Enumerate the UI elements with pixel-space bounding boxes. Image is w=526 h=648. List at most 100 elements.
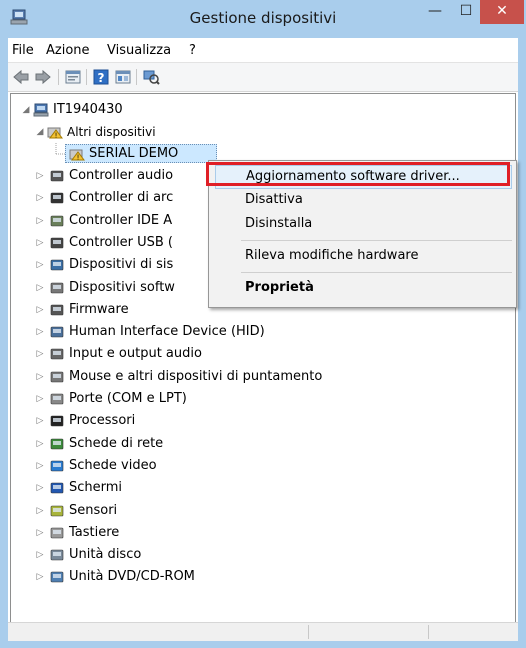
tree-item-label: SERIAL DEMO xyxy=(89,146,179,161)
menu-item-disattiva[interactable]: Disattiva xyxy=(215,189,512,211)
usb-controller-icon xyxy=(50,237,64,249)
device-manager-window: Gestione dispositivi — ☐ ✕ File Azione V… xyxy=(0,0,526,648)
network-adapter-icon xyxy=(50,438,64,449)
expand-arrow-icon[interactable]: ▷ xyxy=(35,455,45,477)
expand-arrow-icon[interactable]: ▷ xyxy=(35,232,45,254)
tree-item-label: Dispositivi di sis xyxy=(69,257,174,273)
highlight-annotation xyxy=(206,162,510,186)
tree-item-category[interactable]: ▷ Input e output audio xyxy=(11,343,431,365)
mouse-icon xyxy=(50,371,64,382)
tree-item-label: Unità disco xyxy=(69,547,142,563)
menu-separator xyxy=(241,240,512,241)
client-area: File Azione Visualizza ? ? ◢ IT1940430 ◢… xyxy=(8,38,518,641)
firmware-icon xyxy=(50,304,64,316)
expand-arrow-icon[interactable]: ▷ xyxy=(35,388,45,410)
svg-text:!: ! xyxy=(55,132,58,140)
computer-icon xyxy=(33,103,49,117)
tree-item-category[interactable]: ▷ Processori xyxy=(11,410,431,432)
tree-item-label: Schermi xyxy=(69,480,123,496)
expand-arrow-icon[interactable]: ▷ xyxy=(35,433,45,455)
expand-arrow-icon[interactable]: ▷ xyxy=(35,321,45,343)
tree-item-category[interactable]: ▷ Schermi xyxy=(11,477,431,499)
back-arrow-icon[interactable] xyxy=(12,68,30,86)
expand-arrow-icon[interactable]: ▷ xyxy=(35,165,45,187)
expand-arrow-icon[interactable]: ▷ xyxy=(35,343,45,365)
expand-arrow-icon[interactable]: ▷ xyxy=(35,187,45,209)
menu-azione[interactable]: Azione xyxy=(46,43,90,58)
title-bar[interactable]: Gestione dispositivi — ☐ ✕ xyxy=(0,0,526,38)
audio-io-icon xyxy=(50,349,64,360)
tree-root[interactable]: ◢ IT1940430 xyxy=(11,99,311,121)
tree-item-category[interactable]: ▷ Schede video xyxy=(11,455,431,477)
tree-item-category[interactable]: ▷ Porte (COM e LPT) xyxy=(11,388,431,410)
expand-arrow-icon[interactable]: ▷ xyxy=(35,544,45,566)
tree-item-label: Mouse e altri dispositivi di puntamento xyxy=(69,368,323,384)
expand-arrow-icon[interactable]: ▷ xyxy=(35,500,45,522)
tree-item-label: Sensori xyxy=(69,502,118,518)
minimize-button[interactable]: — xyxy=(418,0,452,24)
expand-arrow-icon[interactable]: ▷ xyxy=(35,277,45,299)
expand-arrow-icon[interactable]: ▷ xyxy=(35,477,45,499)
expand-arrow-icon[interactable]: ▷ xyxy=(35,254,45,276)
collapse-arrow-icon[interactable]: ◢ xyxy=(21,99,31,121)
scan-hardware-icon[interactable] xyxy=(142,68,160,86)
tree-item-label: Unità DVD/CD-ROM xyxy=(69,569,195,585)
tree-item-category[interactable]: ▷ Sensori xyxy=(11,500,431,522)
status-bar xyxy=(8,622,518,641)
unknown-device-icon: ! xyxy=(47,127,63,140)
software-devices-icon xyxy=(50,282,64,293)
expand-arrow-icon[interactable]: ▷ xyxy=(35,410,45,432)
menu-file[interactable]: File xyxy=(12,43,34,58)
tree-item-category[interactable]: ▷ Tastiere xyxy=(11,522,431,544)
properties-icon[interactable] xyxy=(64,68,82,86)
tree-item-label: Firmware xyxy=(69,301,129,317)
help-icon[interactable]: ? xyxy=(92,68,110,86)
tree-root-label: IT1940430 xyxy=(53,102,123,117)
monitor-icon xyxy=(50,482,64,494)
tree-item-label: Altri dispositivi xyxy=(67,125,156,139)
svg-text:?: ? xyxy=(98,71,105,85)
expand-arrow-icon[interactable]: ▷ xyxy=(35,366,45,388)
expand-arrow-icon[interactable]: ▷ xyxy=(35,299,45,321)
disk-drive-icon xyxy=(50,549,64,561)
hid-icon xyxy=(50,326,64,338)
tree-item-label: Controller IDE A xyxy=(69,212,173,228)
tree-item-category[interactable]: ▷ Human Interface Device (HID) xyxy=(11,321,431,343)
forward-arrow-icon[interactable] xyxy=(34,68,52,86)
tree-item-category[interactable]: ▷ Unità DVD/CD-ROM xyxy=(11,566,431,588)
expand-arrow-icon[interactable]: ▷ xyxy=(35,566,45,588)
status-cell xyxy=(8,625,309,639)
menu-visualizza[interactable]: Visualizza xyxy=(107,43,171,58)
tree-item-label: Controller USB ( xyxy=(69,234,173,250)
keyboard-icon xyxy=(50,527,64,539)
menu-item-rileva-modifiche[interactable]: Rileva modifiche hardware xyxy=(215,245,512,267)
close-button[interactable]: ✕ xyxy=(480,0,524,24)
menu-bar: File Azione Visualizza ? xyxy=(8,38,518,62)
expand-arrow-icon[interactable]: ▷ xyxy=(35,210,45,232)
dvd-drive-icon xyxy=(50,572,64,583)
show-hidden-icon[interactable] xyxy=(114,68,132,86)
status-cell xyxy=(308,625,429,639)
tree-item-category[interactable]: ▷ Schede di rete xyxy=(11,433,431,455)
collapse-arrow-icon[interactable]: ◢ xyxy=(35,121,45,143)
tree-item-label: Input e output audio xyxy=(69,346,202,362)
svg-text:!: ! xyxy=(77,154,80,162)
tree-item-label: Tastiere xyxy=(69,524,120,540)
storage-controller-icon xyxy=(50,192,64,204)
tree-item-category[interactable]: ▷ Unità disco xyxy=(11,544,431,566)
ide-controller-icon xyxy=(50,215,64,226)
tree-item-altri-dispositivi[interactable]: ◢ ! Altri dispositivi xyxy=(11,121,311,143)
menu-item-proprieta[interactable]: Proprietà xyxy=(215,277,512,299)
menu-help[interactable]: ? xyxy=(189,43,196,58)
maximize-button[interactable]: ☐ xyxy=(452,0,480,24)
sensor-icon xyxy=(50,505,64,516)
tree-item-label: Human Interface Device (HID) xyxy=(69,324,265,340)
processor-icon xyxy=(50,415,64,427)
expand-arrow-icon[interactable]: ▷ xyxy=(35,522,45,544)
tree-item-category[interactable]: ▷ Mouse e altri dispositivi di puntamento xyxy=(11,366,431,388)
menu-item-disinstalla[interactable]: Disinstalla xyxy=(215,213,512,235)
port-icon xyxy=(50,393,64,405)
tree-item-label: Processori xyxy=(69,413,136,429)
tree-item-label: Controller audio xyxy=(69,168,174,183)
audio-controller-icon xyxy=(50,170,64,182)
